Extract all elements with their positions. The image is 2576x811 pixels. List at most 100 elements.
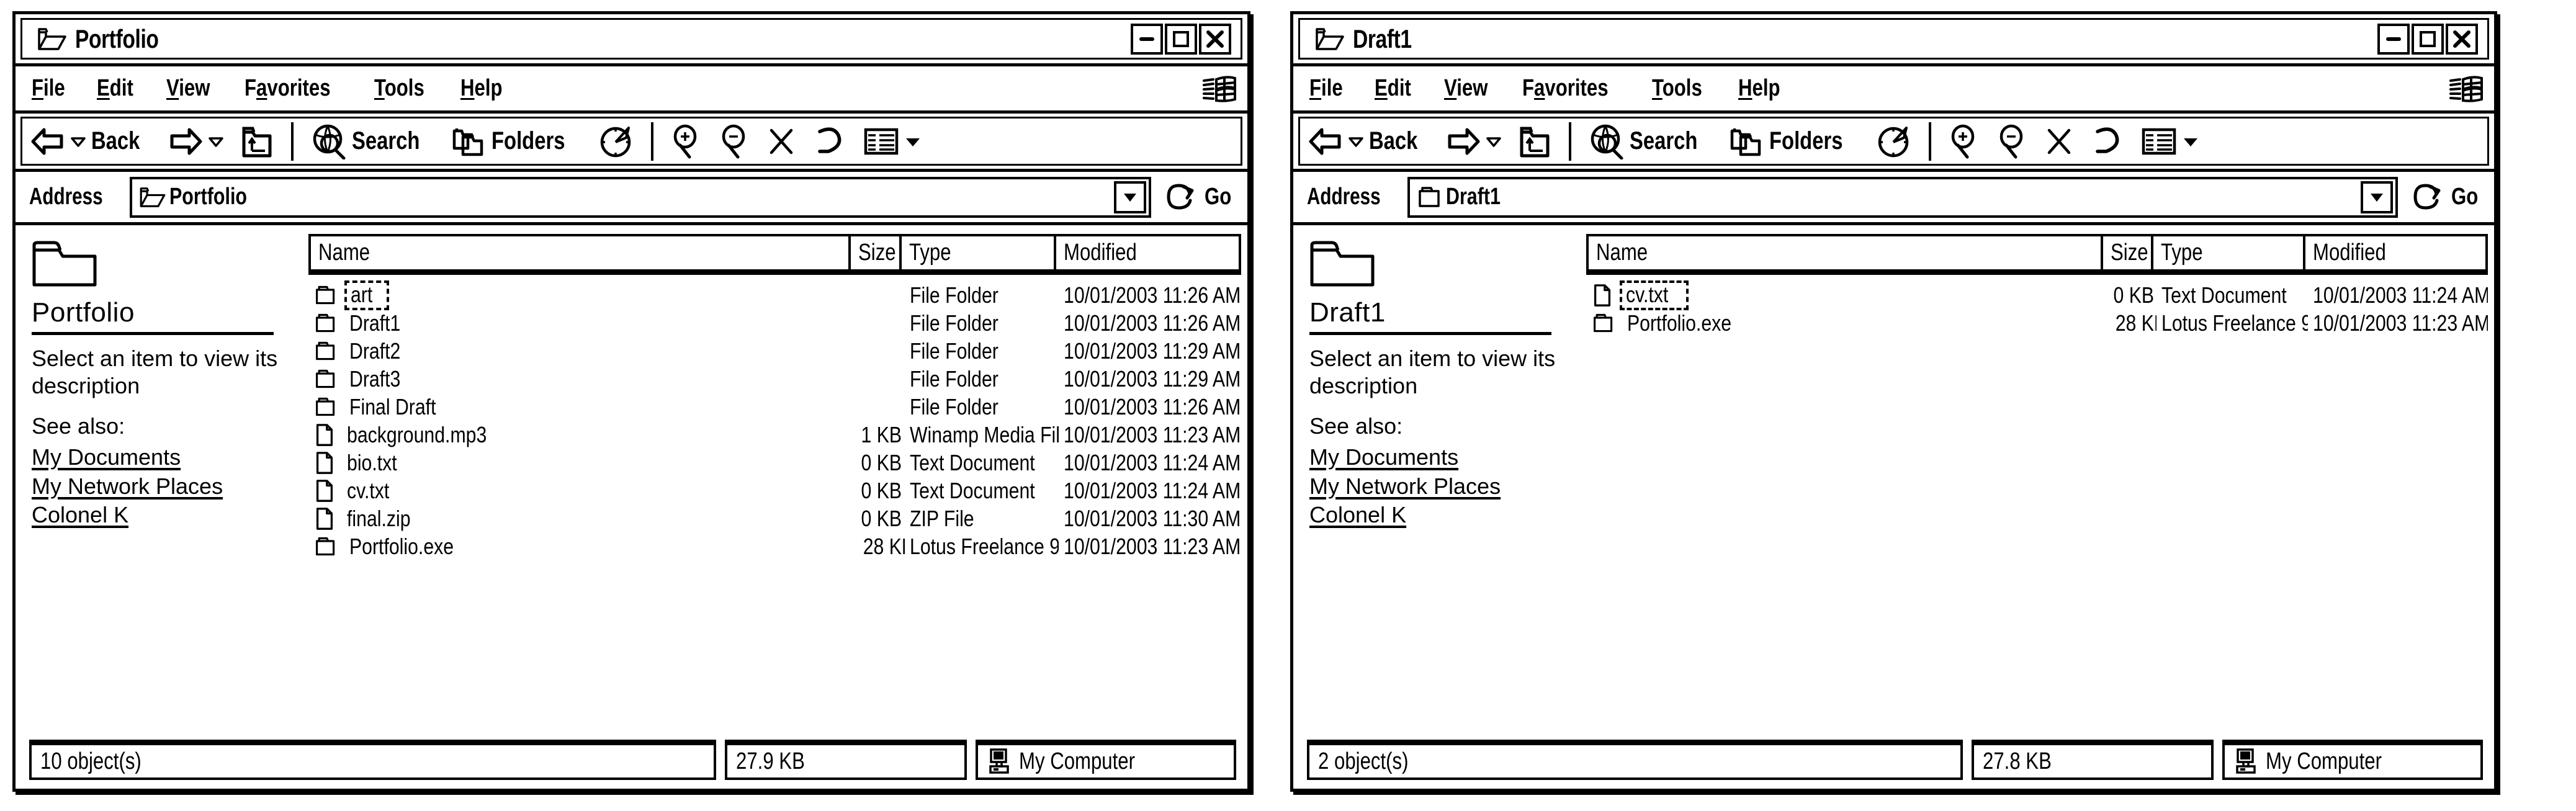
zoom-out-button[interactable] [1990, 118, 2035, 165]
cell-name[interactable]: Draft1 [308, 310, 853, 336]
menu-item-help[interactable]: Help [460, 75, 503, 102]
menu-item-edit[interactable]: Edit [1375, 75, 1411, 102]
forward-dropdown-icon[interactable] [208, 135, 224, 148]
back-dropdown-icon[interactable] [70, 135, 86, 148]
file-name[interactable]: Final Draft [344, 394, 457, 420]
cell-name[interactable]: art [308, 280, 853, 310]
menu-item-tools[interactable]: Tools [1652, 75, 1702, 102]
maximize-button[interactable] [2412, 23, 2444, 55]
minimize-button[interactable] [2377, 23, 2410, 55]
menu-item-view[interactable]: View [1444, 75, 1488, 102]
table-row[interactable]: art File Folder 10/01/2003 11:26 AM [308, 280, 1241, 310]
explorer-window-portfolio[interactable]: Portfolio File Edit View Favorites Tools… [12, 11, 1250, 792]
zoom-out-button[interactable] [712, 118, 758, 165]
history-button[interactable] [1869, 118, 1919, 165]
forward-button[interactable] [1438, 118, 1509, 165]
folders-button[interactable]: Folders [444, 118, 588, 165]
window-controls[interactable] [1131, 23, 1241, 55]
file-name[interactable]: final.zip [342, 506, 428, 532]
panel-link-my-documents[interactable]: My Documents [32, 443, 297, 472]
menu-item-edit[interactable]: Edit [97, 75, 133, 102]
close-button[interactable] [1199, 23, 1231, 55]
maximize-button[interactable] [1165, 23, 1197, 55]
file-name[interactable]: bio.txt [342, 450, 411, 476]
cell-name[interactable]: Draft3 [308, 366, 853, 392]
menu-item-tools[interactable]: Tools [374, 75, 424, 102]
file-name[interactable]: Draft1 [344, 310, 415, 336]
address-dropdown-button[interactable] [1114, 181, 1147, 213]
menu-bar[interactable]: File Edit View Favorites Tools Help [1293, 66, 2494, 114]
up-one-level-button[interactable] [1512, 118, 1559, 165]
address-input[interactable]: Portfolio [130, 176, 1152, 218]
address-input[interactable]: Draft1 [1407, 176, 2399, 218]
explorer-window-draft1[interactable]: Draft1 File Edit View Favorites Tools He… [1290, 11, 2497, 792]
column-header-type[interactable]: Type [902, 236, 1057, 269]
table-row[interactable]: Draft2 File Folder 10/01/2003 11:29 AM [308, 337, 1241, 365]
folders-button[interactable]: Folders [1722, 118, 1866, 165]
file-list-header[interactable]: Name Size Type Modified [308, 234, 1241, 275]
menu-item-favorites[interactable]: Favorites [1522, 75, 1609, 102]
table-row[interactable]: Draft3 File Folder 10/01/2003 11:29 AM [308, 365, 1241, 393]
back-button[interactable]: Back [23, 118, 158, 165]
column-header-name[interactable]: Name [311, 236, 851, 269]
menu-item-help[interactable]: Help [1738, 75, 1780, 102]
minimize-button[interactable] [1131, 23, 1163, 55]
panel-link-colonel-k[interactable]: Colonel K [32, 501, 297, 530]
address-bar[interactable]: Address Portfolio Go [16, 172, 1247, 225]
file-list[interactable]: Name Size Type Modified cv.txt 0 KB Text D… [1586, 225, 2494, 740]
table-row[interactable]: background.mp3 1 KB Winamp Media File 10/01… [308, 421, 1241, 449]
file-name[interactable]: Draft3 [344, 366, 415, 392]
views-button[interactable] [856, 118, 929, 165]
up-one-level-button[interactable] [234, 118, 281, 165]
file-list-rows[interactable]: cv.txt 0 KB Text Document 10/01/2003 11:24 … [1586, 275, 2488, 740]
table-row[interactable]: cv.txt 0 KB Text Document 10/01/2003 11:24 … [1586, 280, 2488, 310]
cell-name[interactable]: Portfolio.exe [308, 534, 853, 560]
cell-name[interactable]: Portfolio.exe [1586, 310, 2106, 336]
zoom-in-button[interactable] [1941, 118, 1987, 165]
views-button[interactable] [2134, 118, 2207, 165]
column-header-name[interactable]: Name [1589, 236, 2103, 269]
zoom-in-button[interactable] [663, 118, 709, 165]
views-dropdown-icon[interactable] [2182, 135, 2199, 148]
cell-name[interactable]: cv.txt [1586, 280, 2106, 310]
file-name-selected[interactable]: cv.txt [1620, 280, 1689, 310]
table-row[interactable]: cv.txt 0 KB Text Document 10/01/2003 11:24 … [308, 477, 1241, 504]
cell-name[interactable]: final.zip [308, 506, 853, 532]
panel-link-my-network-places[interactable]: My Network Places [32, 472, 297, 501]
menu-item-view[interactable]: View [166, 75, 210, 102]
cell-name[interactable]: background.mp3 [308, 422, 853, 448]
table-row[interactable]: Portfolio.exe 28 KBLotus Freelance 9 P...… [308, 532, 1241, 560]
forward-dropdown-icon[interactable] [1486, 135, 1502, 148]
close-button[interactable] [2446, 23, 2478, 55]
column-header-modified[interactable]: Modified [2305, 236, 2485, 269]
toolbar[interactable]: Back Search Folders [1293, 114, 2494, 172]
file-name[interactable]: cv.txt [342, 478, 402, 504]
file-name[interactable]: Portfolio.exe [1622, 310, 1756, 336]
file-name[interactable]: Portfolio.exe [344, 534, 478, 560]
cell-name[interactable]: cv.txt [308, 478, 853, 504]
column-header-size[interactable]: Size [2103, 236, 2153, 269]
table-row[interactable]: Final Draft File Folder 10/01/2003 11:26 A… [308, 393, 1241, 421]
go-button[interactable]: Go [2412, 182, 2484, 213]
undo-button[interactable] [2083, 118, 2131, 165]
window-controls[interactable] [2377, 23, 2488, 55]
file-name[interactable]: background.mp3 [342, 422, 518, 448]
menu-item-file[interactable]: File [32, 75, 65, 102]
title-bar[interactable]: Portfolio [16, 14, 1247, 66]
column-header-modified[interactable]: Modified [1056, 236, 1239, 269]
table-row[interactable]: Portfolio.exe 28 KBLotus Freelance 9 P...… [1586, 309, 2488, 337]
toolbar[interactable]: Back Search Folders [16, 114, 1247, 172]
file-list[interactable]: Name Size Type Modified art File Folder 10… [308, 225, 1247, 740]
cell-name[interactable]: Final Draft [308, 394, 853, 420]
address-bar[interactable]: Address Draft1 Go [1293, 172, 2494, 225]
column-header-type[interactable]: Type [2153, 236, 2306, 269]
go-button[interactable]: Go [1165, 182, 1237, 213]
panel-link-my-documents[interactable]: My Documents [1309, 443, 1575, 472]
back-button[interactable]: Back [1301, 118, 1436, 165]
file-list-header[interactable]: Name Size Type Modified [1586, 234, 2488, 275]
forward-button[interactable] [161, 118, 231, 165]
search-button[interactable]: Search [1581, 118, 1720, 165]
cell-name[interactable]: bio.txt [308, 450, 853, 476]
column-header-size[interactable]: Size [851, 236, 902, 269]
back-dropdown-icon[interactable] [1348, 135, 1364, 148]
